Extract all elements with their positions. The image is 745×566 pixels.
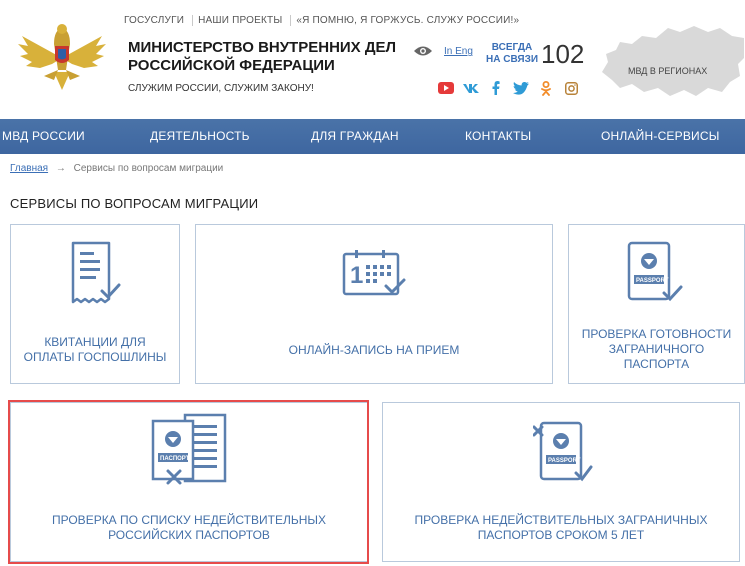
nav-mvd-russia[interactable]: МВД РОССИИ	[2, 119, 85, 154]
invalid-foreign-passport-icon: PASSPORT	[533, 421, 593, 482]
odnoklassniki-icon[interactable]	[537, 80, 555, 96]
service-label-receipts-2: ОПЛАТЫ ГОСПОШЛИНЫ	[23, 350, 167, 364]
breadcrumb-home[interactable]: Главная	[10, 163, 48, 174]
service-card-invalid-foreign-passports[interactable]: PASSPORT ПРОВЕРКА НЕДЕЙСТВИТЕЛЬНЫХ ЗАГРА…	[382, 402, 740, 562]
facebook-icon[interactable]	[487, 80, 505, 96]
service-card-passport-readiness[interactable]: PASSPORT ПРОВЕРКА ГОТОВНОСТИ ЗАГРАНИЧНОГ…	[568, 224, 745, 384]
service-card-receipts[interactable]: КВИТАНЦИИ ДЛЯ ОПЛАТЫ ГОСПОШЛИНЫ	[10, 224, 180, 384]
breadcrumb: Главная → Сервисы по вопросам миграции	[10, 163, 223, 174]
receipt-icon	[71, 241, 121, 304]
emblem-icon[interactable]	[14, 18, 110, 98]
top-link-gosuslugi[interactable]: ГОСУСЛУГИ	[124, 15, 189, 26]
ministry-title[interactable]: МИНИСТЕРСТВО ВНУТРЕННИХ ДЕЛ РОССИЙСКОЙ Ф…	[128, 39, 396, 75]
passport-check-icon: PASSPORT	[627, 241, 683, 302]
hotline-number[interactable]: 102	[541, 39, 584, 70]
eye-icon[interactable]	[413, 45, 433, 57]
service-label-appointment: ОНЛАЙН-ЗАПИСЬ НА ПРИЕМ	[288, 343, 460, 357]
regions-label[interactable]: МВД В РЕГИОНАХ	[628, 66, 707, 76]
main-nav: МВД РОССИИ ДЕЯТЕЛЬНОСТЬ ДЛЯ ГРАЖДАН КОНТ…	[0, 119, 745, 154]
page-title: СЕРВИСЫ ПО ВОПРОСАМ МИГРАЦИИ	[10, 196, 259, 211]
nav-online-services[interactable]: ОНЛАЙН-СЕРВИСЫ	[601, 119, 720, 154]
service-label-passport-readiness: ПРОВЕРКА ГОТОВНОСТИ ЗАГРАНИЧНОГО ПАСПОРТ…	[569, 327, 744, 372]
passport-icon-text: PASSPORT	[636, 278, 669, 284]
hotline-label-1: ВСЕГДА	[491, 42, 533, 53]
top-links: ГОСУСЛУГИ НАШИ ПРОЕКТЫ «Я ПОМНЮ, Я ГОРЖУ…	[124, 15, 524, 26]
passport-foreign-icon-text: PASSPORT	[548, 458, 581, 464]
service-label-receipts-1: КВИТАНЦИИ ДЛЯ	[44, 335, 146, 349]
motto: СЛУЖИМ РОССИИ, СЛУЖИМ ЗАКОНУ!	[128, 83, 314, 94]
service-label-invalid-foreign-passports-1: ПРОВЕРКА НЕДЕЙСТВИТЕЛЬНЫХ ЗАГРАНИЧНЫХ	[414, 513, 708, 527]
youtube-icon[interactable]	[437, 80, 455, 96]
service-label-receipts: КВИТАНЦИИ ДЛЯ ОПЛАТЫ ГОСПОШЛИНЫ	[11, 335, 179, 365]
service-label-invalid-foreign-passports: ПРОВЕРКА НЕДЕЙСТВИТЕЛЬНЫХ ЗАГРАНИЧНЫХ ПА…	[383, 513, 739, 543]
social-links	[437, 80, 580, 96]
breadcrumb-current: Сервисы по вопросам миграции	[73, 163, 224, 174]
vk-icon[interactable]	[462, 80, 480, 96]
svg-text:1: 1	[350, 262, 363, 289]
russia-map-icon[interactable]	[598, 18, 745, 108]
top-link-projects[interactable]: НАШИ ПРОЕКТЫ	[192, 15, 287, 26]
title-line-2: РОССИЙСКОЙ ФЕДЕРАЦИИ	[128, 57, 335, 74]
breadcrumb-separator: →	[55, 163, 66, 174]
nav-for-citizens[interactable]: ДЛЯ ГРАЖДАН	[311, 119, 399, 154]
service-label-passport-readiness-3: ПАСПОРТА	[623, 357, 690, 371]
service-card-appointment[interactable]: 1 ОНЛАЙН-ЗАПИСЬ НА ПРИЕМ	[195, 224, 553, 384]
instagram-icon[interactable]	[562, 80, 580, 96]
hotline-label: ВСЕГДА НА СВЯЗИ	[486, 42, 538, 66]
service-label-passport-readiness-2: ЗАГРАНИЧНОГО	[608, 342, 705, 356]
twitter-icon[interactable]	[512, 80, 530, 96]
title-line-1: МИНИСТЕРСТВО ВНУТРЕННИХ ДЕЛ	[128, 39, 397, 56]
service-label-passport-readiness-1: ПРОВЕРКА ГОТОВНОСТИ	[581, 327, 732, 341]
service-label-invalid-foreign-passports-2: ПАСПОРТОВ СРОКОМ 5 ЛЕТ	[477, 528, 645, 542]
hotline-label-2: НА СВЯЗИ	[486, 54, 539, 65]
calendar-icon: 1	[342, 250, 406, 296]
english-link[interactable]: In Eng	[444, 46, 473, 57]
nav-activity[interactable]: ДЕЯТЕЛЬНОСТЬ	[150, 119, 250, 154]
nav-contacts[interactable]: КОНТАКТЫ	[465, 119, 531, 154]
top-link-pomnyu[interactable]: «Я ПОМНЮ, Я ГОРЖУСЬ. СЛУЖУ РОССИИ!»	[290, 15, 524, 26]
selection-highlight	[8, 400, 369, 564]
